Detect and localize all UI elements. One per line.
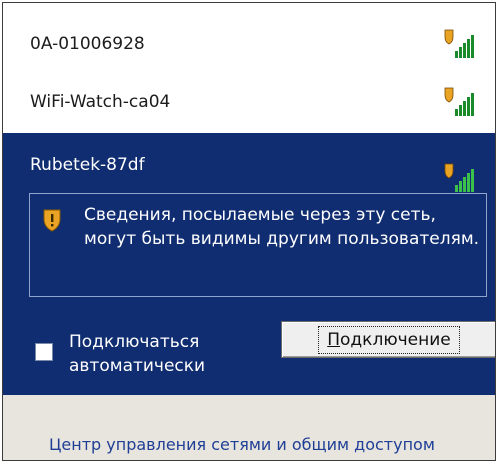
network-name: 0A-01006928 — [30, 34, 145, 54]
auto-connect-label[interactable]: Подключаться автоматически — [69, 330, 269, 378]
selected-network-item[interactable]: Rubetek-87df Сведения, посылаемые через … — [3, 133, 495, 395]
signal-strength-icon — [444, 87, 474, 116]
footer-bar: Центр управления сетями и общим доступом — [3, 395, 495, 460]
wireless-network-list: 0A-01006928 WiFi-Watch-ca04 Rubetek-87df — [2, 2, 496, 461]
network-center-link[interactable]: Центр управления сетями и общим доступом — [49, 435, 435, 454]
network-name: WiFi-Watch-ca04 — [30, 92, 171, 112]
selected-network-name: Rubetek-87df — [30, 155, 145, 175]
network-item[interactable]: 0A-01006928 — [3, 15, 495, 73]
shield-warning-icon — [43, 209, 61, 232]
network-item[interactable]: WiFi-Watch-ca04 — [3, 73, 495, 131]
connect-button-text: одключение — [340, 329, 451, 350]
connect-button-accel: П — [327, 329, 341, 350]
auto-connect-checkbox[interactable] — [35, 343, 53, 361]
security-warning: Сведения, посылаемые через эту сеть, мог… — [29, 193, 487, 297]
signal-strength-icon — [444, 163, 474, 192]
warning-text: Сведения, посылаемые через эту сеть, мог… — [84, 205, 480, 249]
connect-button[interactable]: Подключение — [281, 321, 495, 358]
signal-strength-icon — [444, 29, 474, 58]
connect-button-label: Подключение — [318, 325, 460, 354]
